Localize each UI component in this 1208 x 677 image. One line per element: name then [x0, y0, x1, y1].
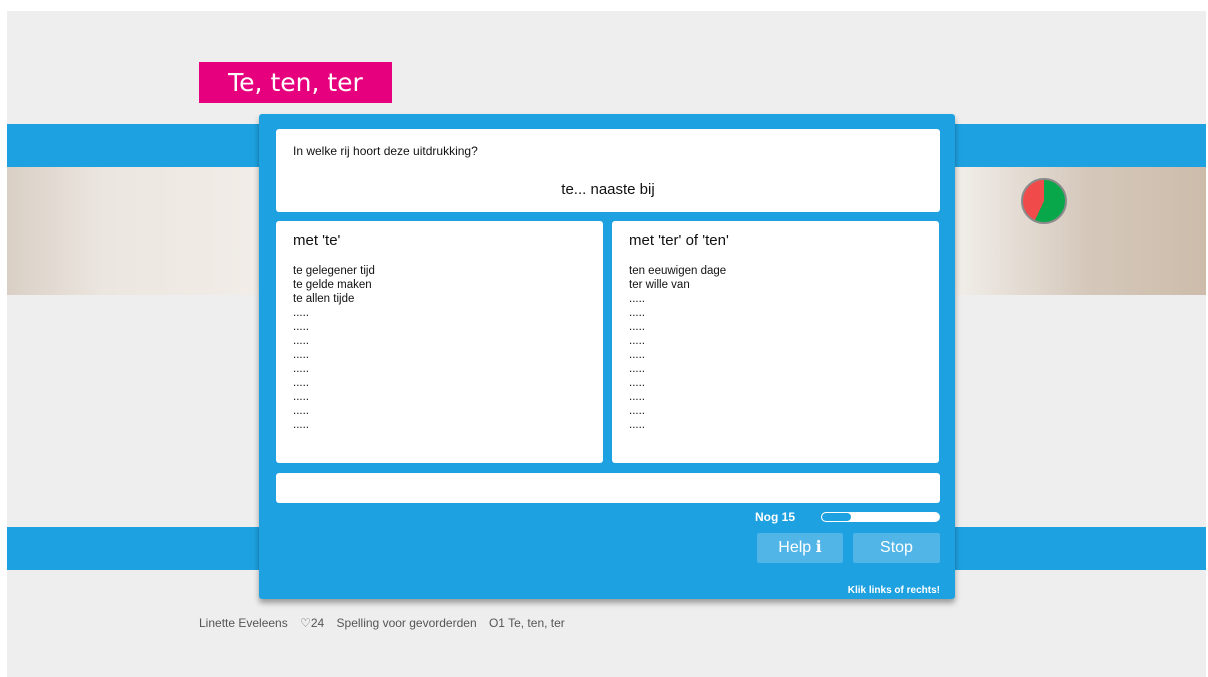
progress-bar-fill: [822, 513, 852, 521]
list-item: .....: [293, 335, 309, 347]
list-item: .....: [293, 419, 309, 431]
list-item: .....: [629, 349, 645, 361]
list-item: .....: [293, 349, 309, 361]
list-item: .....: [293, 363, 309, 375]
column-ter-ten[interactable]: met 'ter' of 'ten' ten eeuwigen dage ter…: [612, 221, 939, 463]
lesson-name: O1 Te, ten, ter: [488, 616, 565, 630]
like-count[interactable]: ♡24: [300, 616, 324, 630]
list-item: .....: [629, 321, 645, 333]
question-card: In welke rij hoort deze uitdrukking? te.…: [276, 129, 940, 212]
stop-button[interactable]: Stop: [853, 533, 940, 563]
list-item: .....: [293, 307, 309, 319]
help-button[interactable]: Help ℹ: [757, 533, 843, 563]
author-name[interactable]: Linette Eveleens: [199, 616, 288, 630]
list-item: .....: [293, 391, 309, 403]
answer-field: [276, 473, 940, 503]
list-item: .....: [629, 363, 645, 375]
list-item: .....: [629, 335, 645, 347]
list-item: .....: [293, 405, 309, 417]
column-te-heading: met 'te': [293, 232, 341, 249]
app-title: Te, ten, ter: [199, 62, 392, 103]
column-ter-ten-list: ten eeuwigen dage ter wille van ..... ..…: [629, 264, 726, 432]
column-te-list: te gelegener tijd te gelde maken te alle…: [293, 264, 375, 432]
score-pie-icon: [1021, 178, 1067, 224]
list-item: te gelegener tijd: [293, 265, 375, 277]
list-item: .....: [629, 405, 645, 417]
question-prompt: In welke rij hoort deze uitdrukking?: [293, 144, 478, 158]
list-item: .....: [629, 293, 645, 305]
list-item: .....: [629, 377, 645, 389]
list-item: te gelde maken: [293, 279, 372, 291]
footer-meta: Linette Eveleens ♡24 Spelling voor gevor…: [199, 616, 574, 630]
instruction-hint: Klik links of rechts!: [847, 585, 940, 596]
question-expression: te... naaste bij: [561, 181, 655, 198]
list-item: .....: [293, 377, 309, 389]
list-item: .....: [629, 391, 645, 403]
exercise-panel: In welke rij hoort deze uitdrukking? te.…: [259, 114, 955, 599]
progress-bar: [821, 512, 940, 522]
list-item: ten eeuwigen dage: [629, 265, 727, 277]
list-item: te allen tijde: [293, 293, 355, 305]
list-item: .....: [629, 307, 645, 319]
list-item: .....: [629, 419, 645, 431]
column-te[interactable]: met 'te' te gelegener tijd te gelde make…: [276, 221, 603, 463]
list-item: .....: [293, 321, 309, 333]
list-item: ter wille van: [629, 279, 690, 291]
column-ter-ten-heading: met 'ter' of 'ten': [629, 232, 729, 249]
course-link[interactable]: Spelling voor gevorderden: [337, 616, 477, 630]
remaining-count: Nog 15: [755, 510, 796, 524]
